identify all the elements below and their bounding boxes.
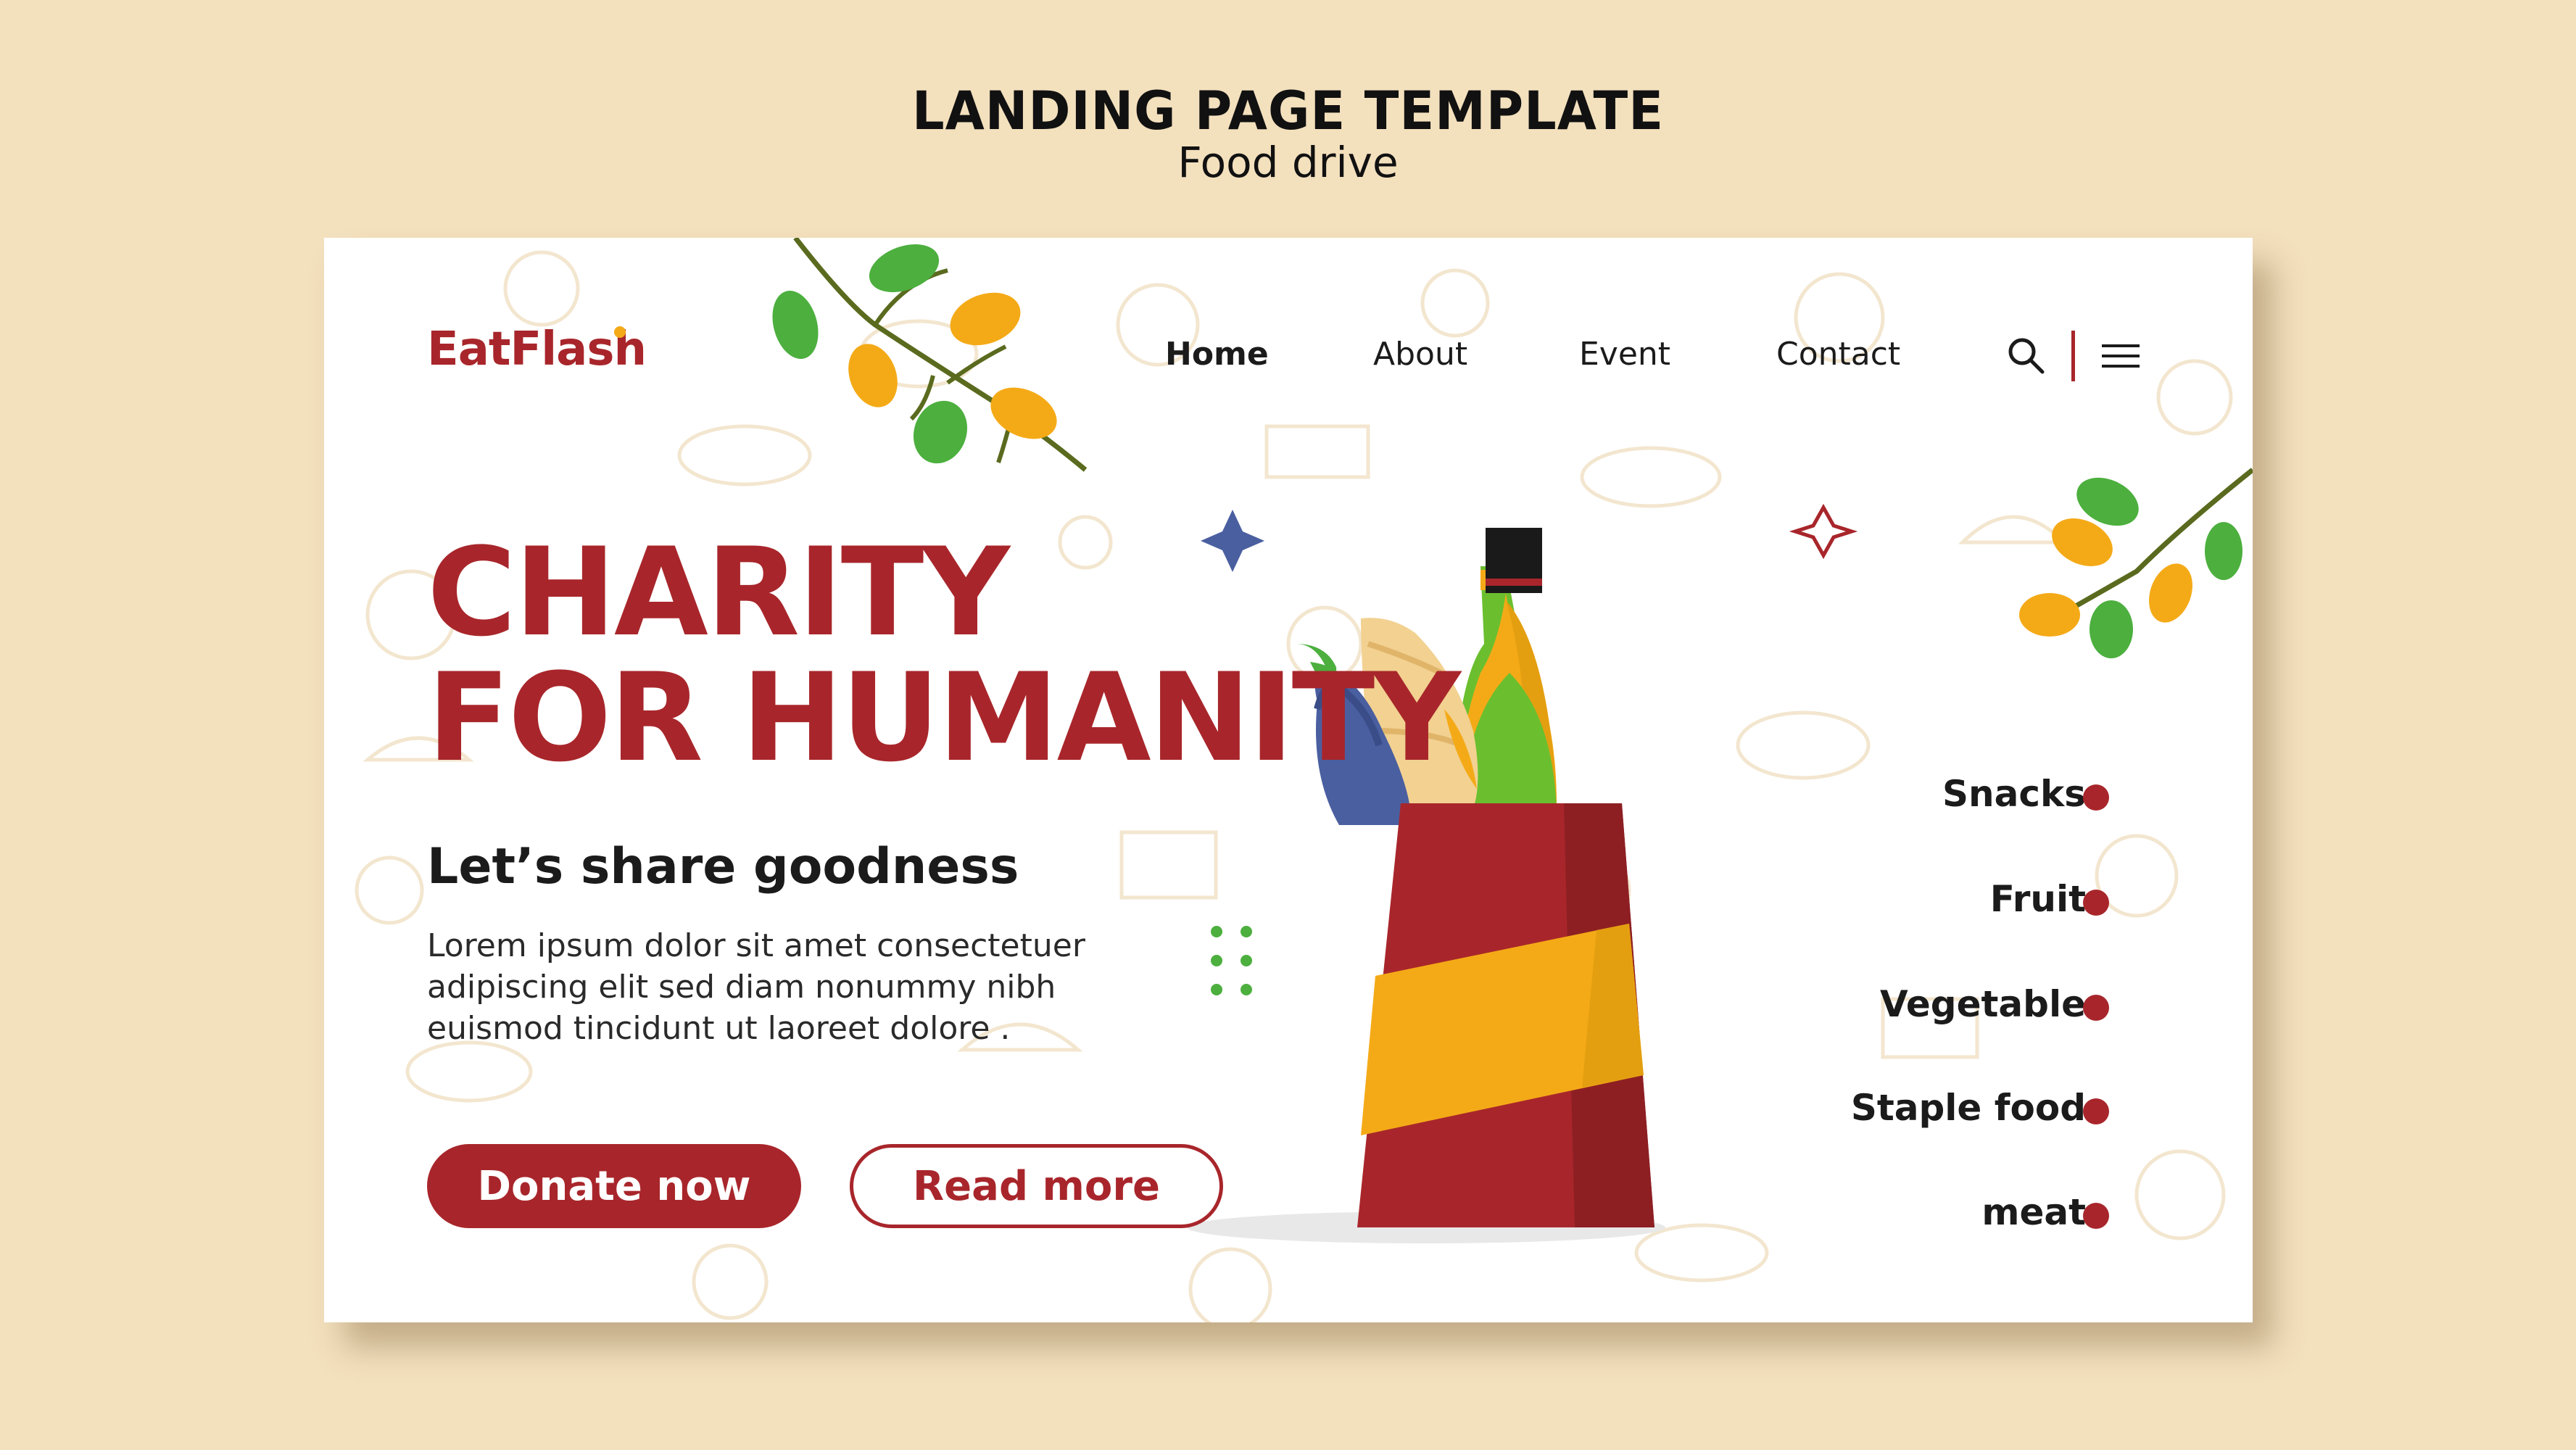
nav-contact[interactable]: Contact (1776, 336, 1900, 373)
hero-title-line2: FOR HUMANITY (427, 647, 1461, 789)
page-header-subtitle: Food drive (1177, 138, 1399, 187)
brand-logo[interactable]: EatFlash (427, 323, 647, 376)
hero-subtitle: Let’s share goodness (427, 838, 1019, 895)
search-icon[interactable] (2006, 336, 2047, 376)
category-dot (2083, 784, 2109, 811)
category-dot (2083, 890, 2109, 916)
menu-icon[interactable] (2100, 343, 2141, 369)
category-dot (2083, 995, 2109, 1021)
landing-page-card: EatFlash Home About Event Contact CHARIT… (324, 238, 2253, 1322)
donate-now-button[interactable]: Donate now (427, 1144, 801, 1228)
category-dot (2083, 1098, 2109, 1124)
hero-title-line1: CHARITY (427, 521, 1010, 663)
nav-divider (2071, 331, 2075, 381)
nav-event[interactable]: Event (1579, 336, 1670, 373)
read-more-button[interactable]: Read more (850, 1144, 1223, 1228)
category-dot (2083, 1203, 2109, 1229)
logo-dot (614, 326, 626, 338)
page-header-title: LANDING PAGE TEMPLATE (911, 79, 1665, 143)
nav-about[interactable]: About (1373, 336, 1467, 373)
category-fruit[interactable]: Fruit (1990, 878, 2086, 920)
nav-home[interactable]: Home (1165, 336, 1269, 373)
category-meat[interactable]: meat (1981, 1191, 2086, 1233)
category-staple-food[interactable]: Staple food (1851, 1087, 2086, 1129)
category-snacks[interactable]: Snacks (1942, 773, 2086, 815)
hero-body-text: Lorem ipsum dolor sit amet consectetuer … (427, 927, 1085, 1047)
category-vegetable[interactable]: Vegetable (1880, 983, 2086, 1025)
